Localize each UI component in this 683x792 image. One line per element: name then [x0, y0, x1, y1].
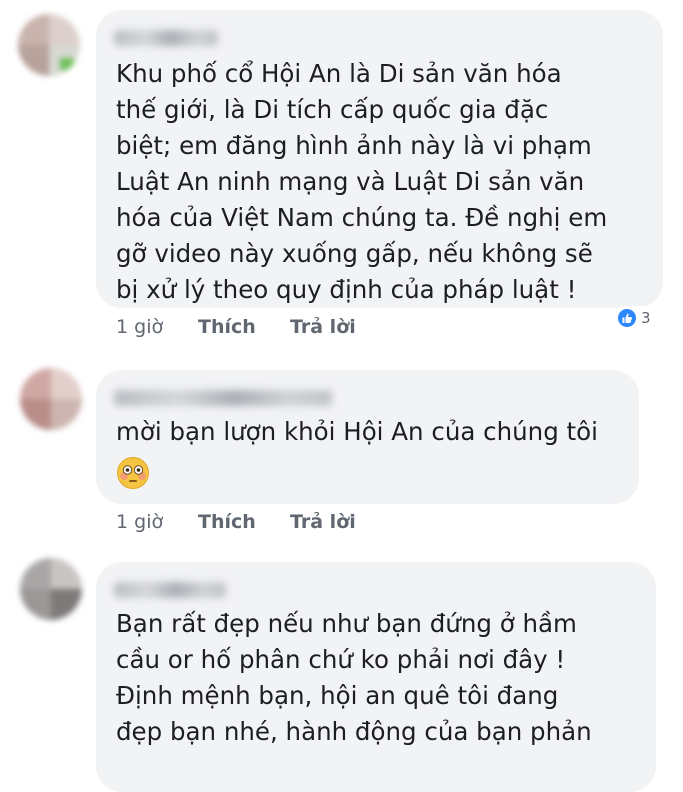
flushed-face-icon — [117, 457, 149, 489]
timestamp-link[interactable]: 1 giờ — [116, 316, 163, 338]
reply-button[interactable]: Trả lời — [290, 511, 356, 533]
reply-button[interactable]: Trả lời — [290, 316, 356, 338]
reaction-count: 3 — [641, 309, 651, 327]
like-button[interactable]: Thích — [198, 316, 256, 338]
like-button[interactable]: Thích — [198, 511, 256, 533]
like-icon — [616, 307, 638, 329]
comment-3: Bạn rất đẹp nếu như bạn đứng ở hầm cầu o… — [0, 550, 683, 792]
comment-text: Bạn rất đẹp nếu như bạn đứng ở hầm cầu o… — [116, 609, 592, 746]
commenter-name[interactable] — [114, 582, 226, 598]
comment-2: mời bạn lượn khỏi Hội An của chúng tôi 1… — [0, 350, 683, 550]
commenter-name[interactable] — [114, 390, 332, 406]
commenter-name[interactable] — [114, 30, 218, 46]
avatar[interactable] — [18, 14, 80, 76]
avatar[interactable] — [20, 558, 82, 620]
comment-bubble: Bạn rất đẹp nếu như bạn đứng ở hầm cầu o… — [96, 562, 656, 792]
comment-1: Khu phố cổ Hội An là Di sản văn hóa thế … — [0, 0, 683, 350]
comment-text: mời bạn lượn khỏi Hội An của chúng tôi — [116, 417, 598, 446]
timestamp-link[interactable]: 1 giờ — [116, 511, 163, 533]
comment-bubble: Khu phố cổ Hội An là Di sản văn hóa thế … — [96, 10, 663, 308]
avatar[interactable] — [20, 368, 82, 430]
comment-bubble: mời bạn lượn khỏi Hội An của chúng tôi — [96, 370, 639, 504]
reaction-summary[interactable]: 3 — [613, 306, 654, 330]
comment-text: Khu phố cổ Hội An là Di sản văn hóa thế … — [116, 59, 608, 304]
